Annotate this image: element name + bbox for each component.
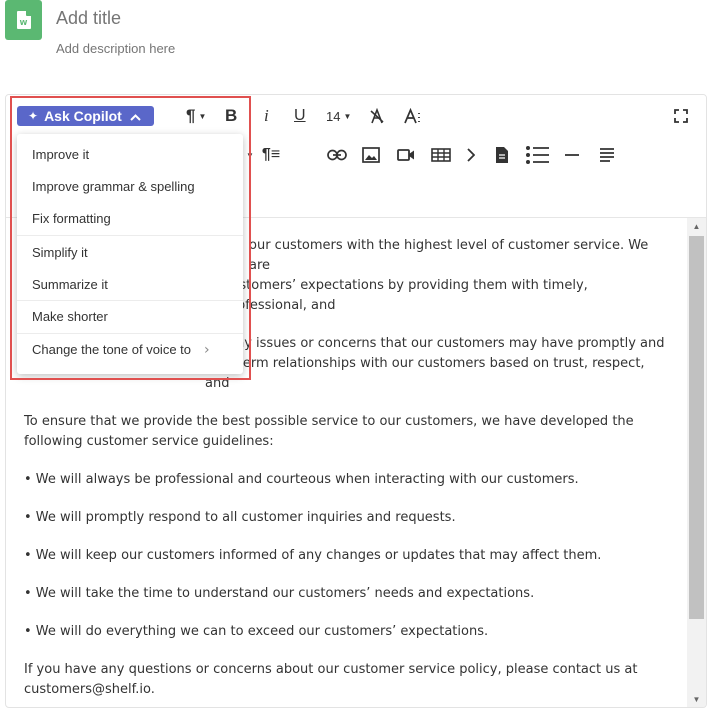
video-icon <box>397 148 415 162</box>
scroll-up-arrow-icon[interactable]: ▲ <box>687 218 706 234</box>
bulleted-list-button[interactable] <box>525 145 551 165</box>
horizontal-rule-button[interactable] <box>564 145 580 165</box>
guidelines-intro: To ensure that we provide the best possi… <box>24 414 634 449</box>
chevron-up-icon <box>130 108 141 124</box>
copilot-dropdown-menu: Improve it Improve grammar & spelling Fi… <box>17 134 243 374</box>
guideline-bullet: • We will take the time to understand ou… <box>24 586 535 601</box>
font-size-select[interactable]: 14 ▼ <box>326 106 351 126</box>
horizontal-line-icon <box>564 153 580 157</box>
page: W ✦ Ask Copilot ¶▼ B i U 14▼ <box>0 0 710 718</box>
paragraph-style-icon: ¶≡ <box>261 146 281 163</box>
menu-item-label: Summarize it <box>32 276 108 292</box>
text-size-icon <box>404 108 424 124</box>
insert-link-button[interactable] <box>327 145 347 165</box>
document-icon: W <box>5 0 42 40</box>
paragraph-1-line-2: customers’ expectations by providing the… <box>224 278 588 313</box>
underline-icon: U <box>294 107 306 124</box>
bulleted-list-icon <box>525 145 551 165</box>
file-icon <box>495 146 509 164</box>
chevron-right-icon: › <box>204 341 210 358</box>
ask-copilot-button[interactable]: ✦ Ask Copilot <box>17 106 154 126</box>
guideline-bullet: • We will always be professional and cou… <box>24 472 579 487</box>
menu-item-summarize-it[interactable]: Summarize it <box>17 268 243 301</box>
guideline-bullet: • We will do everything we can to exceed… <box>24 624 489 639</box>
vertical-scrollbar[interactable]: ▲ ▼ <box>687 218 706 707</box>
ask-copilot-label: Ask Copilot <box>44 108 122 124</box>
image-icon <box>362 147 380 163</box>
paragraph-1-line-1: our customers with the highest level of … <box>249 238 649 273</box>
bold-icon: B <box>225 106 238 125</box>
paragraph-2-line-1: any issues or concerns that our customer… <box>228 336 665 351</box>
menu-item-label: Fix formatting <box>32 211 111 227</box>
guideline-bullet: • We will keep our customers informed of… <box>24 548 602 563</box>
text-size-button[interactable] <box>404 106 424 126</box>
italic-button[interactable]: i <box>264 106 269 126</box>
closing-paragraph: If you have any questions or concerns ab… <box>24 662 638 697</box>
paragraph-style-button[interactable]: ▼ ¶≡ <box>246 145 280 165</box>
font-size-value: 14 <box>326 108 341 124</box>
menu-item-make-shorter[interactable]: Make shorter <box>17 301 243 334</box>
pilcrow-icon: ¶ <box>186 106 196 125</box>
menu-item-label: Improve it <box>32 146 90 162</box>
insert-table-button[interactable] <box>431 145 451 165</box>
link-icon <box>327 149 347 161</box>
sparkle-icon: ✦ <box>28 109 39 123</box>
more-chevron-button[interactable] <box>467 145 475 165</box>
caret-down-icon: ▼ <box>343 111 352 121</box>
menu-item-label: Improve grammar & spelling <box>32 179 195 195</box>
align-button[interactable] <box>599 145 615 165</box>
guideline-bullet: • We will promptly respond to all custom… <box>24 510 456 525</box>
insert-file-button[interactable] <box>495 145 509 165</box>
bold-button[interactable]: B <box>225 106 237 126</box>
menu-item-label: Simplify it <box>32 244 88 260</box>
paragraph-format-button[interactable]: ¶ ▼ <box>186 106 206 126</box>
menu-item-simplify-it[interactable]: Simplify it <box>17 236 243 269</box>
title-input[interactable] <box>56 8 656 29</box>
chevron-right-icon <box>467 148 475 162</box>
italic-icon: i <box>264 106 269 125</box>
insert-image-button[interactable] <box>362 145 380 165</box>
clear-formatting-icon <box>368 108 386 124</box>
insert-video-button[interactable] <box>397 145 415 165</box>
menu-item-improve-grammar[interactable]: Improve grammar & spelling <box>17 171 243 204</box>
scroll-down-arrow-icon[interactable]: ▼ <box>687 691 706 707</box>
menu-item-change-tone[interactable]: Change the tone of voice to › <box>17 334 243 367</box>
caret-down-icon: ▼ <box>198 111 207 121</box>
caret-down-icon: ▼ <box>246 150 254 160</box>
paragraph-2-line-2: long-term relationships with our custome… <box>205 356 645 391</box>
align-justify-icon <box>599 148 615 162</box>
description-input[interactable] <box>56 41 656 56</box>
fullscreen-icon <box>674 109 688 123</box>
fullscreen-button[interactable] <box>674 106 688 126</box>
scrollbar-thumb[interactable] <box>689 236 704 619</box>
menu-item-label: Change the tone of voice to <box>32 342 192 358</box>
table-icon <box>431 148 451 162</box>
menu-item-fix-formatting[interactable]: Fix formatting <box>17 203 243 236</box>
menu-item-improve-it[interactable]: Improve it <box>17 138 243 171</box>
clear-formatting-button[interactable] <box>368 106 386 126</box>
menu-item-label: Make shorter <box>32 309 108 325</box>
underline-button[interactable]: U <box>294 106 306 126</box>
